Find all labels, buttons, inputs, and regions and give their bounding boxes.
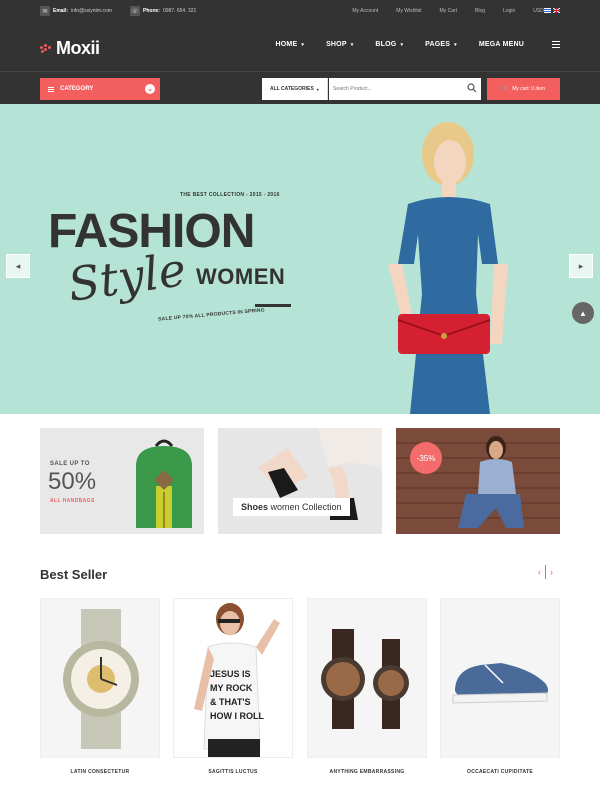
flag-icon[interactable]: [544, 8, 551, 13]
nav-blog-label: BLOG: [375, 41, 397, 48]
backpack-image: [136, 439, 192, 528]
arrow-up-icon[interactable]: ▲: [572, 302, 594, 324]
product-card[interactable]: LATIN CONSECTETUR: [40, 598, 160, 775]
banner-shoes[interactable]: Shoes women Collection: [218, 428, 382, 534]
svg-text:HOW I ROLL: HOW I ROLL: [210, 711, 264, 721]
product-card[interactable]: OCCAECATI CUPIDITATE: [440, 598, 560, 775]
banner-category: ALL HANDBAGS: [50, 498, 95, 504]
hero-sale-text: SALE UP 70% ALL PRODUCTS IN SPRING: [157, 307, 266, 323]
shoes-image: [218, 428, 382, 534]
product-image[interactable]: [40, 598, 160, 758]
nav-blog[interactable]: BLOG ▾: [375, 41, 403, 48]
search-input[interactable]: [329, 78, 481, 100]
nav-pages[interactable]: PAGES ▾: [425, 41, 457, 48]
banner-discount: 50%: [48, 468, 97, 495]
email-contact: ✉ Email: info@ssiyntm.com: [40, 6, 112, 16]
email-value[interactable]: info@ssiyntm.com: [71, 8, 112, 14]
phone-value: 0987. 654. 321: [162, 8, 197, 14]
hero-slider: THE BEST COLLECTION - 2015 - 2016 FASHIO…: [0, 104, 600, 414]
product-image[interactable]: [307, 598, 427, 758]
banner-shoes-rest: women Collection: [268, 502, 342, 512]
nav-home[interactable]: HOME ▾: [276, 41, 305, 48]
banner-handbags[interactable]: SALE UP TO 50% ALL HANDBAGS: [40, 428, 204, 534]
nav-mega-menu[interactable]: MEGA MENU: [479, 41, 524, 48]
link-my-account[interactable]: My Account: [352, 8, 378, 14]
product-name[interactable]: OCCAECATI CUPIDITATE: [440, 769, 560, 775]
nav-shop[interactable]: SHOP ▾: [326, 41, 353, 48]
watch-image: [63, 609, 139, 749]
prev-arrow-icon[interactable]: ‹: [538, 567, 541, 579]
top-links: My Account My Wishlist My Cart Blog Logi…: [352, 8, 548, 14]
hero-divider: [255, 304, 291, 307]
cart-label: My cart: 0 item: [512, 86, 546, 92]
sneaker-image: [452, 663, 548, 704]
phone-label: Phone:: [143, 8, 160, 14]
nav-shop-label: SHOP: [326, 41, 347, 48]
logo-dots-icon: [40, 43, 54, 54]
banner-sale-label: SALE UP TO: [50, 461, 90, 467]
hamburger-icon[interactable]: [552, 41, 560, 48]
link-my-wishlist[interactable]: My Wishlist: [396, 8, 421, 14]
product-card[interactable]: ANYTHING EMBARRASSING: [307, 598, 427, 775]
logo[interactable]: Moxii: [40, 38, 100, 59]
tshirt-model-image: JESUS IS MY ROCK & THAT'S HOW I ROLL: [194, 603, 280, 757]
svg-text:MY ROCK: MY ROCK: [210, 683, 253, 693]
nav-pages-label: PAGES: [425, 41, 451, 48]
banner-denim[interactable]: -35%: [396, 428, 560, 534]
category-label: CATEGORY: [60, 86, 94, 92]
hamburger-icon: [48, 86, 54, 92]
model-image: [388, 122, 508, 414]
discount-badge: -35%: [410, 442, 442, 474]
mail-icon: ✉: [40, 6, 50, 16]
all-categories-select[interactable]: ALL CATEGORIES ▾: [262, 78, 328, 100]
phone-icon: ☏: [130, 6, 140, 16]
cart-button[interactable]: 🛒 My cart: 0 item: [487, 78, 560, 100]
best-seller-title: Best Seller: [40, 567, 108, 582]
link-login[interactable]: Login: [503, 8, 515, 14]
arrow-left-icon[interactable]: ◂: [6, 254, 30, 278]
chevron-down-icon: ▾: [316, 86, 319, 92]
next-arrow-icon[interactable]: ›: [550, 567, 553, 579]
phone-contact: ☏ Phone: 0987. 654. 321: [130, 6, 196, 16]
banner-shoes-bold: Shoes: [241, 502, 269, 512]
link-my-cart[interactable]: My Cart: [440, 8, 458, 14]
chevron-down-icon: ▾: [400, 41, 404, 48]
search-bar: CATEGORY ⌄ ALL CATEGORIES ▾ 🛒 My cart: 0…: [0, 71, 600, 104]
link-blog[interactable]: Blog: [475, 8, 485, 14]
brand-name: Moxii: [56, 38, 100, 58]
chevron-down-icon: ▾: [454, 41, 457, 48]
svg-text:JESUS IS: JESUS IS: [210, 669, 251, 679]
language-flags[interactable]: [544, 8, 560, 13]
couple-watches-image: [321, 629, 409, 729]
main-nav: HOME ▾ SHOP ▾ BLOG ▾ PAGES ▾ MEGA MENU: [276, 41, 560, 48]
hero-script: Style: [64, 242, 190, 312]
top-bar: ✉ Email: info@ssiyntm.com ☏ Phone: 0987.…: [0, 0, 600, 24]
all-categories-label: ALL CATEGORIES: [270, 86, 314, 92]
best-seller-nav: ‹ ›: [538, 565, 553, 579]
main-header: Moxii HOME ▾ SHOP ▾ BLOG ▾ PAGES ▾ MEGA MENU: [0, 24, 600, 71]
email-label: Email:: [53, 8, 69, 14]
cart-icon: 🛒: [501, 86, 509, 92]
product-image[interactable]: [440, 598, 560, 758]
nav-home-label: HOME: [275, 41, 298, 48]
chevron-down-icon: ▾: [350, 41, 354, 48]
promo-banners: SALE UP TO 50% ALL HANDBAGS Shoes women …: [40, 428, 560, 534]
chevron-down-icon: ⌄: [145, 84, 155, 94]
product-name[interactable]: LATIN CONSECTETUR: [40, 769, 160, 775]
banner-shoes-label: Shoes women Collection: [233, 498, 350, 516]
chevron-down-icon: ▾: [301, 41, 305, 48]
product-image[interactable]: JESUS IS MY ROCK & THAT'S HOW I ROLL: [173, 598, 293, 758]
hero-subtitle: WOMEN: [196, 264, 286, 289]
nav-mega-menu-label: MEGA MENU: [478, 41, 524, 48]
arrow-right-icon[interactable]: ▸: [569, 254, 593, 278]
product-name[interactable]: SAGITTIS LUCTUS: [173, 769, 293, 775]
svg-text:& THAT'S: & THAT'S: [210, 697, 250, 707]
search-icon[interactable]: [467, 83, 477, 93]
hero-kicker: THE BEST COLLECTION - 2015 - 2016: [180, 192, 280, 198]
flag-icon[interactable]: [553, 8, 560, 13]
product-name[interactable]: ANYTHING EMBARRASSING: [307, 769, 427, 775]
product-card[interactable]: JESUS IS MY ROCK & THAT'S HOW I ROLL SAG…: [173, 598, 293, 775]
category-button[interactable]: CATEGORY ⌄: [40, 78, 160, 100]
nav-separator: [545, 565, 546, 579]
